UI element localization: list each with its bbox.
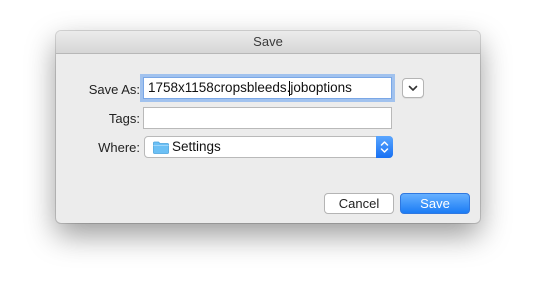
tags-label: Tags: — [108, 111, 140, 126]
where-popup[interactable]: Settings — [144, 136, 393, 158]
save-as-field[interactable]: 1758x1158cropsbleeds.joboptions — [143, 77, 392, 99]
save-as-label: Save As: — [88, 82, 140, 97]
popup-arrows — [376, 136, 393, 158]
dialog-title: Save — [56, 31, 480, 54]
where-value: Settings — [172, 139, 221, 154]
expand-button[interactable] — [402, 78, 424, 98]
text-caret — [289, 81, 290, 96]
tags-field[interactable] — [143, 107, 392, 129]
where-label: Where: — [98, 140, 140, 155]
save-as-value: 1758x1158cropsbleeds.joboptions — [148, 80, 352, 95]
folder-icon — [153, 141, 169, 154]
chevron-down-icon — [408, 85, 418, 91]
cancel-button[interactable]: Cancel — [324, 193, 394, 214]
save-dialog: Save Save As: 1758x1158cropsbleeds.jobop… — [56, 31, 480, 223]
up-down-arrows-icon — [380, 141, 389, 153]
save-button[interactable]: Save — [400, 193, 470, 214]
